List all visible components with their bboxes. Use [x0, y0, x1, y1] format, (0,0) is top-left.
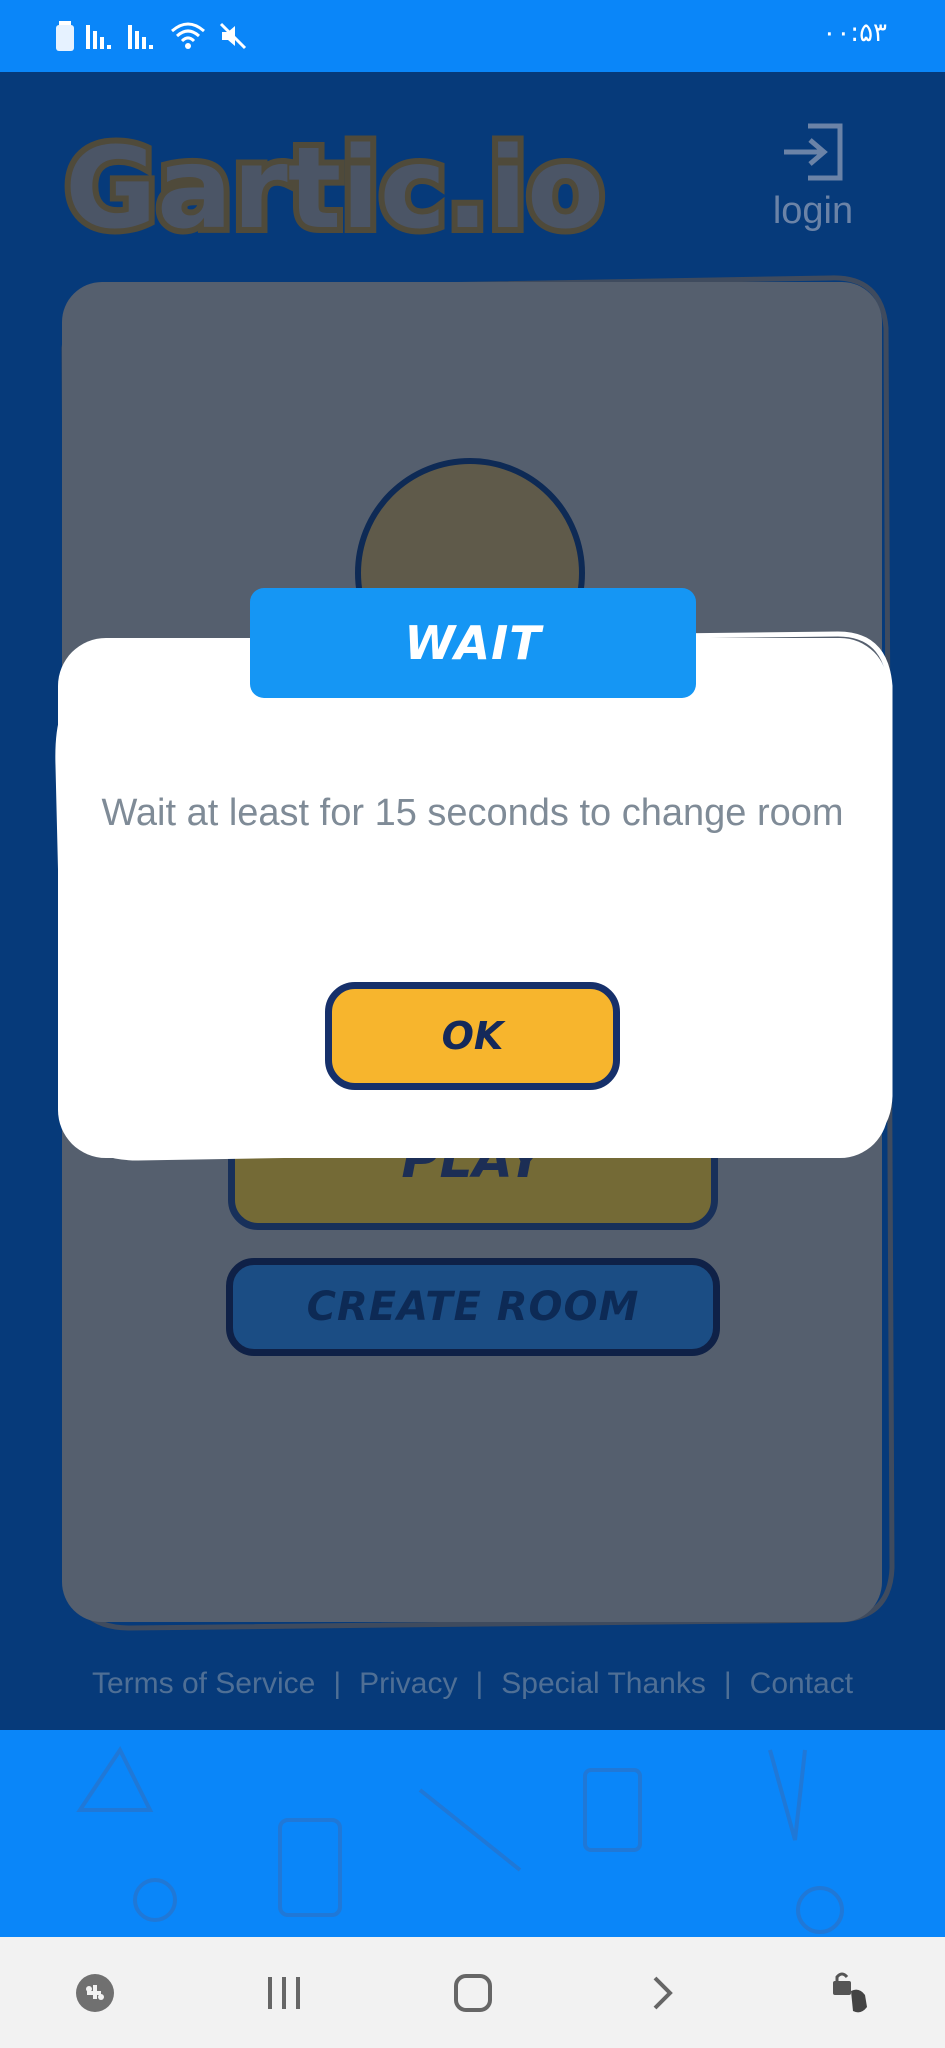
back-icon [653, 1976, 673, 2009]
mute-icon [219, 22, 247, 50]
touch-lock-icon [832, 1972, 867, 2012]
divider: | [475, 1667, 484, 1700]
special-thanks-link[interactable]: Special Thanks [501, 1667, 706, 1701]
divider: | [723, 1667, 732, 1700]
home-button[interactable] [438, 1958, 508, 2028]
system-navbar [0, 1937, 945, 2048]
game-launcher-icon [75, 1973, 114, 2012]
signal-icon [128, 25, 153, 49]
status-bar: ۰۰:۵۳ [0, 0, 945, 72]
back-button[interactable] [627, 1958, 697, 2028]
privacy-link[interactable]: Privacy [359, 1667, 457, 1701]
login-label: login [772, 190, 854, 232]
recent-apps-button[interactable] [249, 1958, 319, 2028]
game-launcher-button[interactable] [60, 1958, 130, 2028]
status-time: ۰۰:۵۳ [822, 18, 887, 48]
status-icons [56, 18, 248, 54]
doodle-background [76, 1746, 844, 1934]
terms-link[interactable]: Terms of Service [92, 1667, 315, 1701]
modal-title: WAIT [250, 588, 696, 698]
login-button[interactable]: login [743, 122, 883, 233]
home-icon [453, 1973, 492, 2012]
bottom-doodle-area [0, 1730, 945, 1937]
gartic-logo: Gartic.io [59, 118, 610, 260]
footer-links: Terms of Service | Privacy | Special Tha… [0, 1667, 945, 1701]
battery-icon [56, 21, 74, 51]
login-arrow-icon [784, 123, 843, 181]
svg-text:Gartic.io: Gartic.io [65, 124, 604, 254]
ok-button[interactable]: OK [325, 982, 620, 1090]
signal-icon [86, 25, 111, 49]
touch-lock-button[interactable] [816, 1958, 886, 2028]
create-room-button[interactable]: CREATE ROOM [226, 1258, 720, 1356]
wifi-icon [171, 22, 205, 49]
divider: | [333, 1667, 342, 1700]
contact-link[interactable]: Contact [750, 1667, 853, 1701]
recent-apps-icon [267, 1976, 300, 2009]
modal-message: Wait at least for 15 seconds to change r… [101, 792, 844, 834]
